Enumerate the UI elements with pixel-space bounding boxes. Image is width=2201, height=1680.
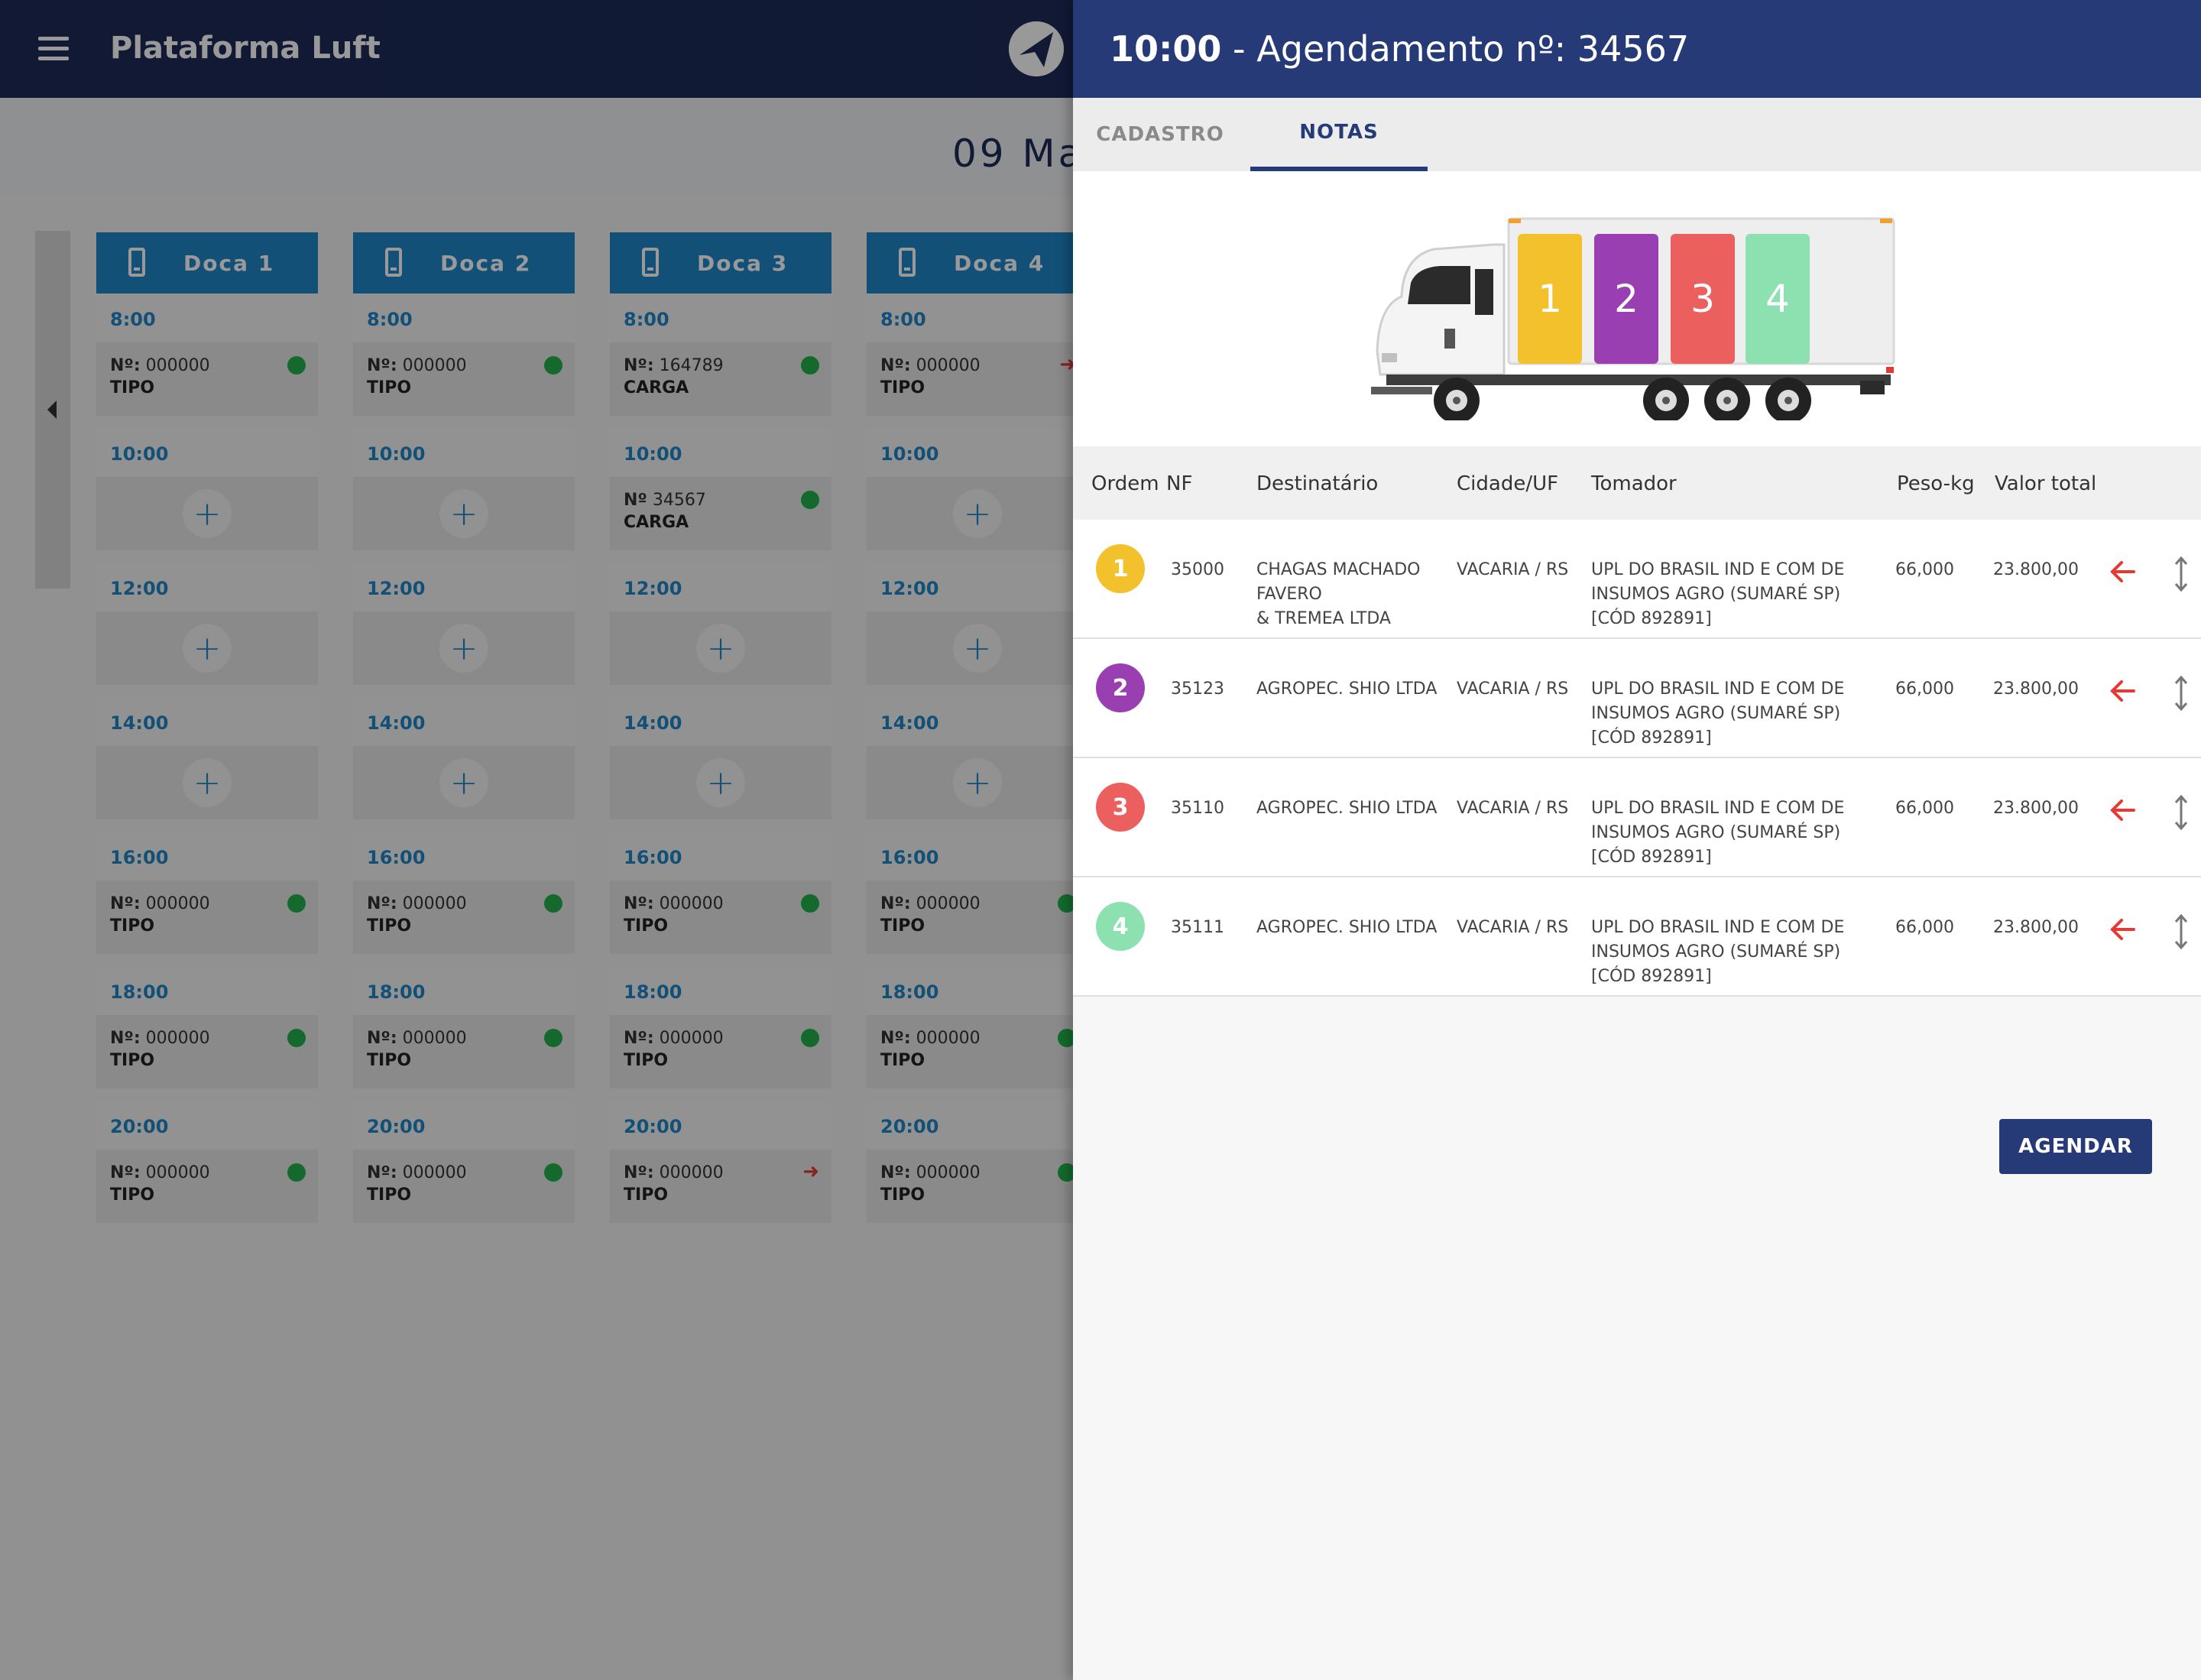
col-tomador: Tomador: [1591, 472, 1677, 495]
arrow-left-icon[interactable]: [2106, 555, 2140, 589]
compartment-label-3: 3: [1690, 277, 1715, 321]
valor-cell: 23.800,00: [1993, 679, 2079, 699]
valor-cell: 23.800,00: [1993, 918, 2079, 937]
truck-icon: 1 2 3 4: [1371, 217, 1895, 420]
destinatario-cell: AGROPEC. SHIO LTDA: [1256, 918, 1438, 937]
col-peso: Peso-kg: [1897, 472, 1975, 495]
order-badge: 2: [1096, 663, 1145, 712]
panel-tabs: CADASTRO NOTAS: [1073, 98, 2201, 171]
cidade-cell: VACARIA / RS: [1457, 560, 1569, 579]
col-valor: Valor total: [1995, 472, 2097, 495]
col-cidade: Cidade/UF: [1457, 472, 1559, 495]
peso-cell: 66,000: [1895, 799, 1954, 818]
note-row[interactable]: 1 35000 CHAGAS MACHADO FAVERO & TREMEA LTD…: [1073, 520, 2201, 639]
nf-cell: 35111: [1171, 918, 1224, 937]
tomador-cell: UPL DO BRASIL IND E COM DE INSUMOS AGRO …: [1591, 679, 1845, 748]
order-badge: 1: [1096, 544, 1145, 593]
destinatario-cell: CHAGAS MACHADO FAVERO & TREMEA LTDA: [1256, 560, 1421, 628]
col-ordem: Ordem: [1091, 472, 1159, 495]
drag-handle-icon[interactable]: [2173, 793, 2189, 832]
peso-cell: 66,000: [1895, 560, 1954, 579]
cidade-cell: VACARIA / RS: [1457, 679, 1569, 699]
note-row[interactable]: 2 35123 AGROPEC. SHIO LTDA VACARIA / RS UPL …: [1073, 639, 2201, 758]
truck-illustration: 1 2 3 4: [1073, 171, 2201, 446]
drag-handle-icon[interactable]: [2173, 913, 2189, 951]
panel-header: 10:00 - Agendamento nº: 34567: [1073, 0, 2201, 98]
drag-handle-icon[interactable]: [2173, 674, 2189, 712]
cidade-cell: VACARIA / RS: [1457, 918, 1569, 937]
agendar-button[interactable]: AGENDAR: [1999, 1119, 2152, 1174]
tomador-cell: UPL DO BRASIL IND E COM DE INSUMOS AGRO …: [1591, 560, 1845, 628]
destinatario-cell: AGROPEC. SHIO LTDA: [1256, 679, 1438, 699]
drag-handle-icon[interactable]: [2173, 555, 2189, 593]
nf-cell: 35110: [1171, 799, 1224, 818]
panel-title: - Agendamento nº: 34567: [1221, 28, 1690, 70]
nf-cell: 35123: [1171, 679, 1224, 699]
order-badge: 4: [1096, 902, 1145, 951]
valor-cell: 23.800,00: [1993, 799, 2079, 818]
order-badge: 3: [1096, 783, 1145, 832]
valor-cell: 23.800,00: [1993, 560, 2079, 579]
compartment-label-4: 4: [1765, 277, 1790, 321]
nf-cell: 35000: [1171, 560, 1224, 579]
note-row[interactable]: 4 35111 AGROPEC. SHIO LTDA VACARIA / RS UPL …: [1073, 877, 2201, 997]
arrow-left-icon[interactable]: [2106, 674, 2140, 708]
col-destinatario: Destinatário: [1256, 472, 1379, 495]
tab-cadastro[interactable]: CADASTRO: [1073, 98, 1247, 171]
scheduling-panel: 10:00 - Agendamento nº: 34567 CADASTRO N…: [1073, 0, 2201, 1680]
notes-table-header: Ordem NF Destinatário Cidade/UF Tomador …: [1073, 446, 2201, 520]
compartment-label-1: 1: [1538, 277, 1562, 321]
tab-notas[interactable]: NOTAS: [1250, 98, 1428, 171]
tomador-cell: UPL DO BRASIL IND E COM DE INSUMOS AGRO …: [1591, 918, 1845, 986]
arrow-left-icon[interactable]: [2106, 793, 2140, 827]
col-nf: NF: [1166, 472, 1193, 495]
cidade-cell: VACARIA / RS: [1457, 799, 1569, 818]
note-row[interactable]: 3 35110 AGROPEC. SHIO LTDA VACARIA / RS UPL …: [1073, 758, 2201, 877]
panel-time: 10:00: [1110, 28, 1222, 70]
compartment-label-2: 2: [1614, 277, 1639, 321]
tomador-cell: UPL DO BRASIL IND E COM DE INSUMOS AGRO …: [1591, 799, 1845, 867]
arrow-left-icon[interactable]: [2106, 913, 2140, 946]
destinatario-cell: AGROPEC. SHIO LTDA: [1256, 799, 1438, 818]
peso-cell: 66,000: [1895, 679, 1954, 699]
peso-cell: 66,000: [1895, 918, 1954, 937]
